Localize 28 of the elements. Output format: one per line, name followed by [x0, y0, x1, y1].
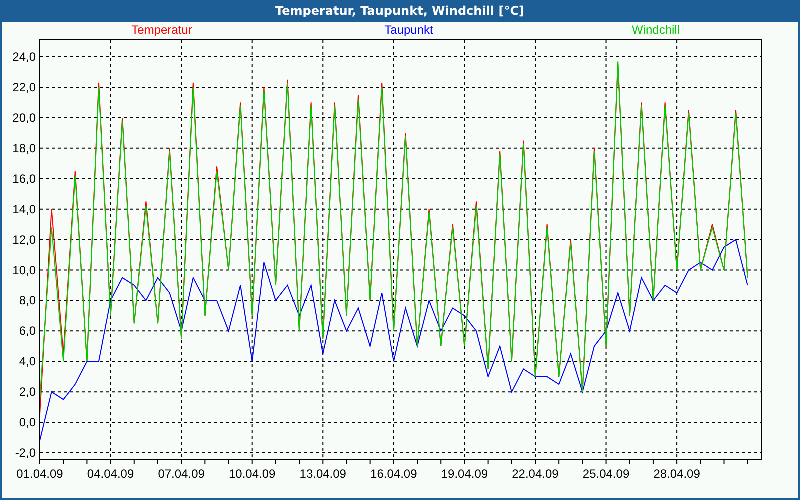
y-axis-label: 12,0 — [12, 232, 36, 247]
x-axis-label: 01.04.09 — [16, 467, 64, 481]
y-axis-label: 22,0 — [12, 80, 36, 95]
y-axis-label: 10,0 — [12, 263, 36, 278]
chart-title: Temperatur, Taupunkt, Windchill [°C] — [276, 4, 524, 18]
y-axis-label: -2,0 — [15, 446, 36, 460]
y-axis-label: 2,0 — [19, 385, 36, 400]
x-axis-label: 19.04.09 — [441, 467, 488, 481]
legend-label: Temperatur — [132, 23, 192, 37]
x-axis-label: 10.04.09 — [229, 467, 276, 481]
x-axis-label: 28.04.09 — [654, 467, 700, 481]
legend-label: Windchill — [632, 23, 680, 37]
y-axis-label: 16,0 — [12, 172, 36, 186]
y-axis-label: 4,0 — [19, 354, 36, 369]
y-axis-label: 14,0 — [12, 202, 36, 216]
x-axis-label: 04.04.09 — [87, 467, 134, 481]
x-axis-label: 22.04.09 — [512, 467, 559, 481]
y-axis-label: 24,0 — [12, 50, 36, 64]
y-axis-label: 20,0 — [12, 110, 36, 125]
y-axis-label: 18,0 — [12, 141, 36, 156]
x-axis-label: 07.04.09 — [158, 467, 205, 481]
legend-label: Taupunkt — [384, 23, 434, 37]
x-axis-label: 25.04.09 — [582, 467, 630, 481]
y-axis-label: 6,0 — [19, 324, 36, 338]
y-axis-label: 8,0 — [19, 294, 36, 308]
x-axis-label: 13.04.09 — [300, 467, 346, 481]
y-axis-label: 0,0 — [19, 416, 36, 430]
x-axis-label: 16.04.09 — [370, 467, 418, 481]
